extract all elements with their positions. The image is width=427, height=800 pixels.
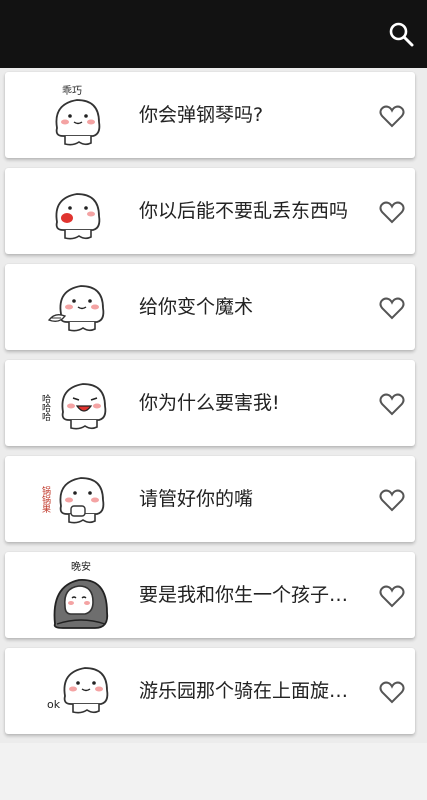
svg-text:乖巧: 乖巧	[62, 85, 82, 97]
dumpling-face-icon	[55, 193, 101, 240]
svg-text:哈哈哈: 哈哈哈	[40, 393, 51, 422]
heart-outline-icon[interactable]	[379, 680, 405, 704]
list-item[interactable]: 给你变个魔术	[5, 264, 415, 350]
list-item[interactable]: ok 游乐园那个骑在上面旋转的	[5, 648, 415, 734]
heart-outline-icon[interactable]	[379, 392, 405, 416]
item-title: 要是我和你生一个孩子的话	[139, 584, 363, 606]
item-title: 给你变个魔术	[139, 296, 254, 318]
item-title: 请管好你的嘴	[139, 488, 254, 510]
top-app-bar	[0, 0, 427, 68]
svg-text:晚安: 晚安	[71, 560, 91, 573]
item-title: 游乐园那个骑在上面旋转的	[139, 680, 363, 702]
list-item[interactable]: 晚安 要是我和你生一个孩子的话	[5, 552, 415, 638]
heart-outline-icon[interactable]	[379, 200, 405, 224]
svg-text:锅锅果: 锅锅果	[40, 486, 51, 514]
search-icon[interactable]	[387, 20, 415, 48]
svg-text:ok: ok	[47, 698, 61, 711]
dumpling-face-icon: 哈哈哈	[40, 383, 107, 430]
list-item[interactable]: 锅锅果 请管好你的嘴	[5, 456, 415, 542]
item-title: 你为什么要害我!	[139, 392, 280, 414]
bottom-area	[0, 743, 427, 800]
item-title: 你会弹钢琴吗?	[139, 104, 264, 126]
heart-outline-icon[interactable]	[379, 584, 405, 608]
heart-outline-icon[interactable]	[379, 488, 405, 512]
list-item[interactable]: 乖巧 你会弹钢琴吗?	[5, 72, 415, 158]
list-item[interactable]: 你以后能不要乱丢东西吗	[5, 168, 415, 254]
dumpling-face-icon	[47, 285, 105, 332]
dumpling-face-icon: ok	[47, 667, 109, 714]
item-title: 你以后能不要乱丢东西吗	[139, 200, 349, 222]
sticker-list[interactable]: 乖巧 你会弹钢琴吗? 你以后能不要乱丢东西吗 给你变个魔术 哈哈哈 你为什么要害…	[0, 68, 427, 800]
dumpling-face-icon: 乖巧	[55, 85, 101, 146]
heart-outline-icon[interactable]	[379, 296, 405, 320]
list-item[interactable]: 哈哈哈 你为什么要害我!	[5, 360, 415, 446]
dumpling-blanket-icon: 晚安	[53, 560, 109, 629]
heart-outline-icon[interactable]	[379, 104, 405, 128]
dumpling-face-icon: 锅锅果	[40, 477, 105, 524]
